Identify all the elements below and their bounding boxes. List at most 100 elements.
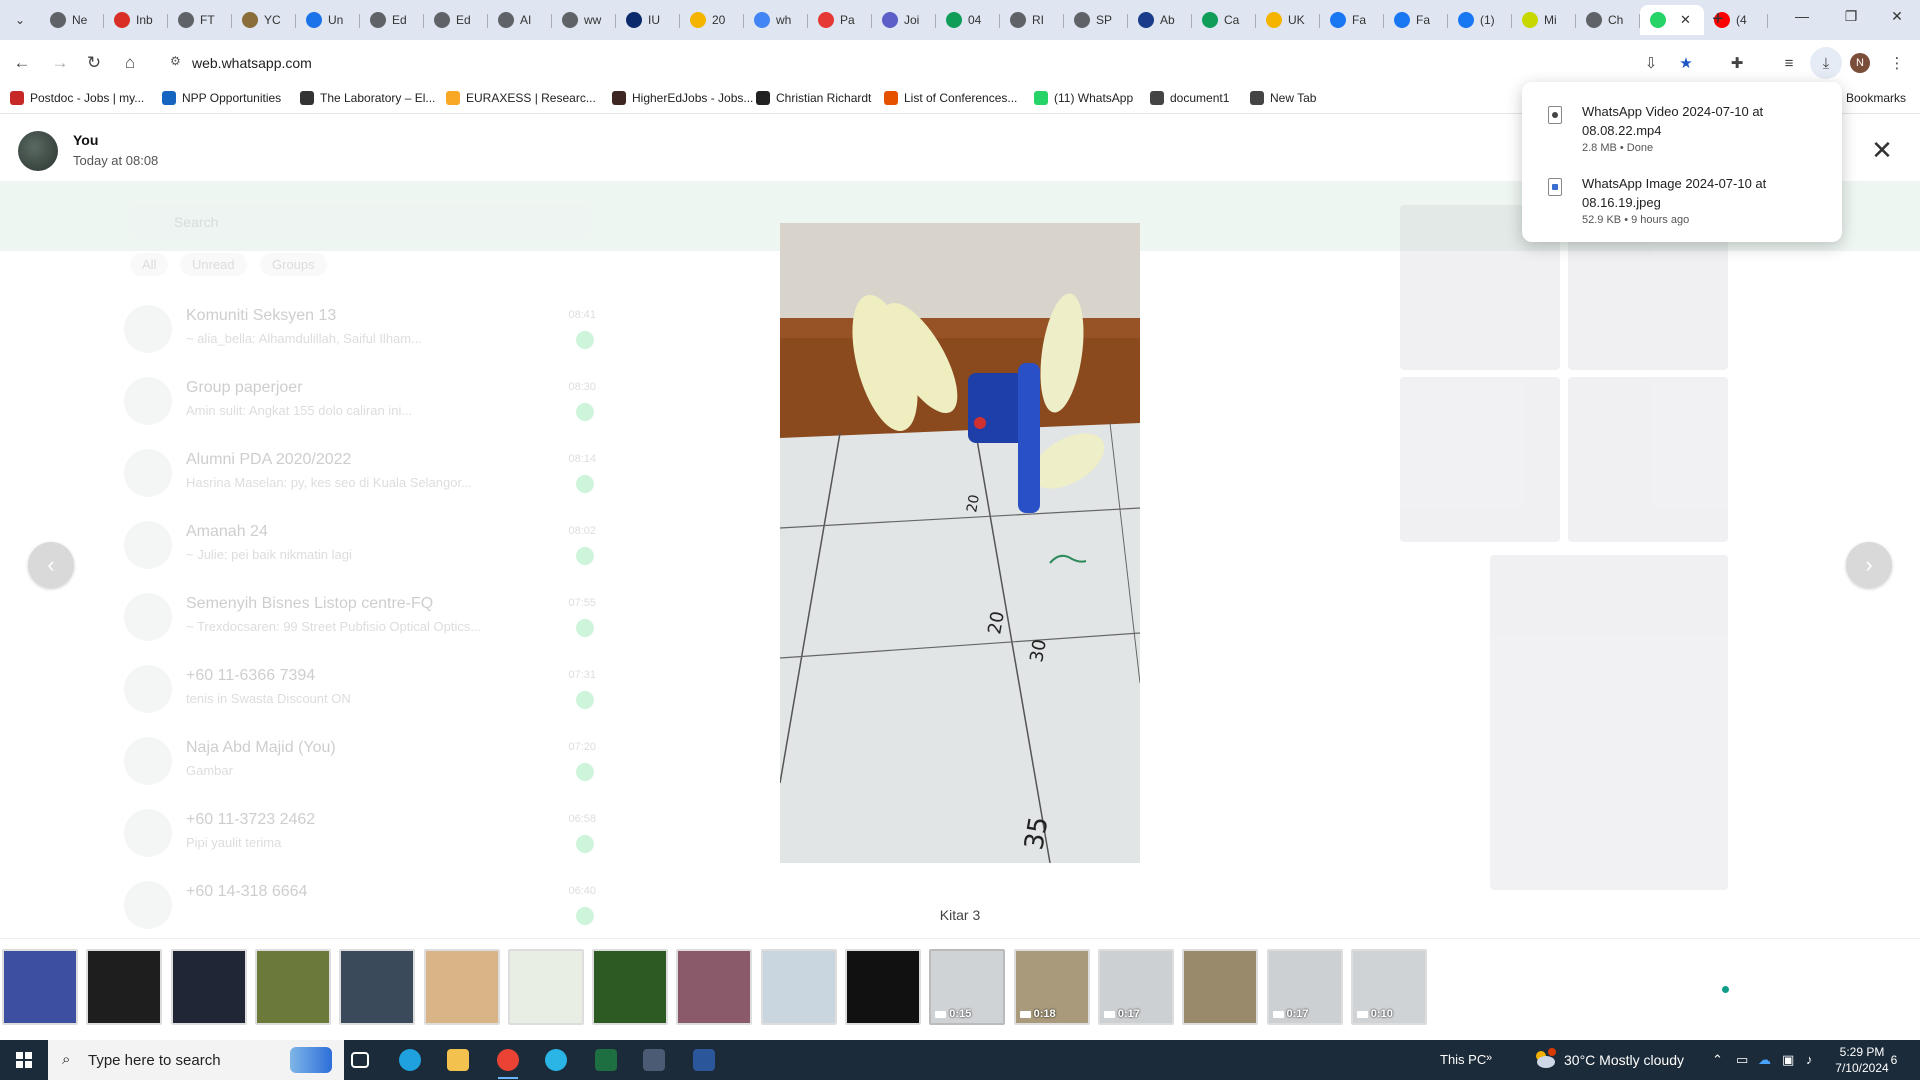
previous-media-button[interactable]: ‹ <box>28 542 74 588</box>
browser-tab[interactable]: Ab <box>1128 5 1192 35</box>
media-thumbnail[interactable] <box>423 949 500 1025</box>
new-tab-button[interactable]: + <box>1706 9 1730 29</box>
bookmark-item[interactable]: NPP Opportunities <box>162 91 281 105</box>
close-viewer-icon[interactable]: ✕ <box>1868 137 1896 165</box>
browser-tab[interactable]: Joi <box>872 5 936 35</box>
bookmark-item[interactable]: The Laboratory – El... <box>300 91 435 105</box>
taskbar-word-button[interactable] <box>682 1044 726 1076</box>
media-thumbnail[interactable] <box>339 949 416 1025</box>
media-thumbnail[interactable]: 0:18 <box>1013 949 1090 1025</box>
browser-tab[interactable]: Fa <box>1320 5 1384 35</box>
media-thumbnail[interactable] <box>1182 949 1259 1025</box>
bookmark-item[interactable]: document1 <box>1150 91 1229 105</box>
taskbar-search-box[interactable]: ⌕ Type here to search <box>48 1040 344 1080</box>
browser-tab[interactable]: RI <box>1000 5 1064 35</box>
browser-tab[interactable]: AI <box>488 5 552 35</box>
browser-tab[interactable]: ✕ <box>1640 5 1704 35</box>
bookmark-item[interactable]: EURAXESS | Researc... <box>446 91 596 105</box>
download-item[interactable]: WhatsApp Image 2024-07-10 at 08.16.19.jp… <box>1522 160 1842 230</box>
browser-tab[interactable]: Un <box>296 5 360 35</box>
install-app-icon[interactable]: ⇩ <box>1640 52 1662 74</box>
weather-text[interactable]: 30°C Mostly cloudy <box>1564 1052 1684 1068</box>
extensions-icon[interactable]: ✚ <box>1726 52 1748 74</box>
tray-overflow-chevron-icon[interactable]: » <box>1486 1052 1492 1064</box>
downloads-icon[interactable]: ⤓ <box>1810 47 1842 79</box>
browser-tab[interactable]: SP <box>1064 5 1128 35</box>
browser-tab[interactable]: Fa <box>1384 5 1448 35</box>
bookmark-item[interactable]: Christian Richardt <box>756 91 871 105</box>
media-thumbnail[interactable] <box>676 949 753 1025</box>
browser-tab[interactable]: FT <box>168 5 232 35</box>
back-button[interactable]: ← <box>10 51 34 75</box>
address-bar[interactable]: ⚙ web.whatsapp.com <box>158 46 1738 80</box>
browser-tab[interactable]: Ed <box>360 5 424 35</box>
taskbar-webex-button[interactable] <box>534 1044 578 1076</box>
home-button[interactable]: ⌂ <box>118 51 142 75</box>
close-window-button[interactable]: ✕ <box>1882 8 1912 25</box>
media-thumbnail[interactable]: 0:15 <box>929 949 1006 1025</box>
media-thumbnail[interactable] <box>507 949 584 1025</box>
weather-cloud-icon[interactable] <box>1532 1048 1556 1070</box>
media-thumbnail[interactable] <box>254 949 331 1025</box>
volume-icon[interactable]: ♪ <box>1806 1052 1813 1067</box>
bookmark-item[interactable]: (11) WhatsApp <box>1034 91 1133 105</box>
browser-tab[interactable]: Mi <box>1512 5 1576 35</box>
browser-tab[interactable]: 04 <box>936 5 1000 35</box>
media-thumbnail[interactable] <box>592 949 669 1025</box>
tab-close-icon[interactable]: ✕ <box>1680 12 1691 28</box>
media-thumbnail[interactable] <box>845 949 921 1025</box>
tab-search-icon[interactable]: ⌄ <box>8 8 32 32</box>
browser-tab[interactable]: Ch <box>1576 5 1640 35</box>
bookmark-star-icon[interactable]: ★ <box>1675 52 1697 74</box>
menu-icon[interactable]: ⋮ <box>1886 52 1908 74</box>
bookmark-item[interactable]: List of Conferences... <box>884 91 1017 105</box>
browser-tab[interactable]: ww <box>552 5 616 35</box>
taskbar-task-view-button[interactable] <box>338 1044 382 1076</box>
taskbar-file-explorer-button[interactable] <box>436 1044 480 1076</box>
restore-button[interactable]: ❐ <box>1836 8 1866 25</box>
browser-tab[interactable]: (1) <box>1448 5 1512 35</box>
browser-tab[interactable]: YC <box>232 5 296 35</box>
all-bookmarks-button[interactable]: Bookmarks <box>1846 91 1906 105</box>
reload-button[interactable]: ↻ <box>82 51 106 75</box>
bookmark-favicon-icon <box>884 91 898 105</box>
browser-tab[interactable]: Ne <box>40 5 104 35</box>
browser-tab[interactable]: UK <box>1256 5 1320 35</box>
meet-now-icon[interactable]: ▭ <box>1736 1052 1748 1068</box>
this-pc-label[interactable]: This PC <box>1440 1052 1486 1067</box>
media-thumbnail[interactable]: 0:10 <box>1350 949 1427 1025</box>
bookmark-item[interactable]: New Tab <box>1250 91 1316 105</box>
media-thumbnail[interactable] <box>86 949 163 1025</box>
tab-title: IU <box>648 13 660 27</box>
onedrive-icon[interactable]: ☁ <box>1758 1052 1771 1068</box>
browser-tab[interactable]: IU <box>616 5 680 35</box>
media-thumbnail[interactable]: 0:17 <box>1266 949 1343 1025</box>
profile-avatar[interactable]: N <box>1850 53 1870 73</box>
bookmark-item[interactable]: HigherEdJobs - Jobs... <box>612 91 753 105</box>
taskbar-excel-button[interactable] <box>584 1044 628 1076</box>
browser-tab[interactable]: wh <box>744 5 808 35</box>
minimize-button[interactable]: — <box>1787 8 1817 24</box>
next-media-button[interactable]: › <box>1846 542 1892 588</box>
download-item[interactable]: WhatsApp Video 2024-07-10 at 08.08.22.mp… <box>1522 88 1842 158</box>
media-thumbnail[interactable] <box>2 949 78 1025</box>
browser-tab[interactable]: 20 <box>680 5 744 35</box>
media-control-icon[interactable]: ≡ <box>1778 52 1800 74</box>
start-button[interactable] <box>0 1040 48 1080</box>
network-icon[interactable]: ▣ <box>1782 1052 1794 1068</box>
taskbar-calculator-button[interactable] <box>632 1044 676 1076</box>
media-thumbnail[interactable] <box>170 949 247 1025</box>
browser-tab[interactable]: Ca <box>1192 5 1256 35</box>
bookmark-item[interactable]: Postdoc - Jobs | my... <box>10 91 144 105</box>
forward-button[interactable]: → <box>48 51 72 75</box>
taskbar-chrome-button[interactable] <box>486 1044 530 1079</box>
browser-tab[interactable]: Ed <box>424 5 488 35</box>
taskbar-edge-button[interactable] <box>388 1044 432 1076</box>
notification-center-button[interactable]: 6 <box>1882 1048 1906 1072</box>
show-hidden-icons-icon[interactable]: ⌃ <box>1712 1052 1723 1068</box>
browser-tab[interactable]: Inb <box>104 5 168 35</box>
media-thumbnail[interactable] <box>760 949 837 1025</box>
site-info-icon[interactable]: ⚙ <box>170 54 188 72</box>
browser-tab[interactable]: Pa <box>808 5 872 35</box>
media-thumbnail[interactable]: 0:17 <box>1097 949 1174 1025</box>
